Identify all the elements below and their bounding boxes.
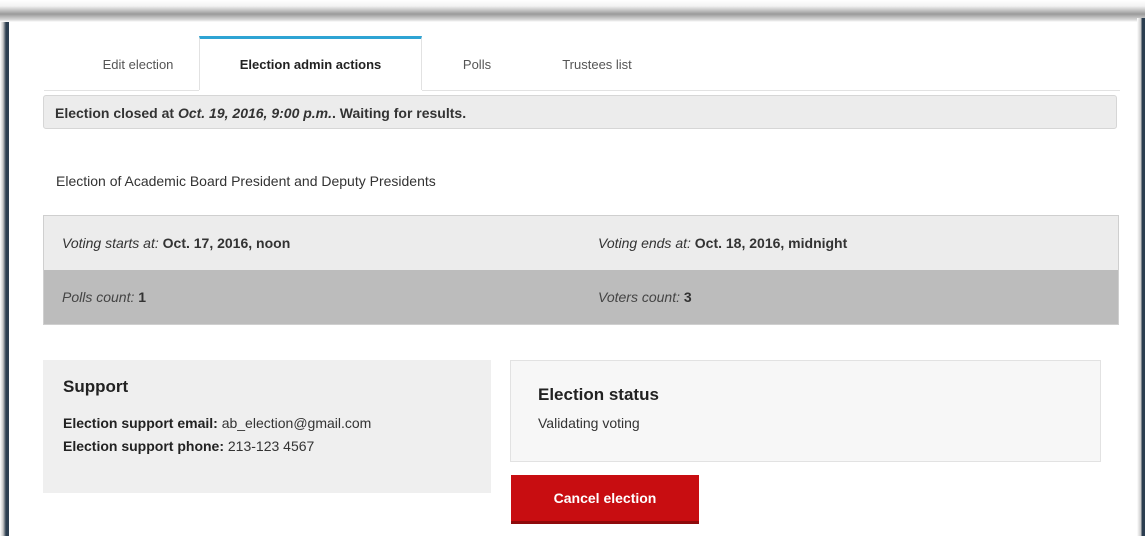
support-email-value: ab_election@gmail.com <box>221 415 372 431</box>
window-top-shadow <box>0 0 1145 22</box>
voting-starts-label: Voting starts at: <box>62 235 159 251</box>
tab-label: Polls <box>462 57 492 72</box>
tab-edit-election[interactable]: Edit election <box>70 36 206 90</box>
tab-trustees-list[interactable]: Trustees list <box>524 36 670 90</box>
election-status-value: Validating voting <box>538 415 640 431</box>
election-info-table: Voting starts at: Oct. 17, 2016, noon Vo… <box>43 215 1119 325</box>
voting-ends-value: Oct. 18, 2016, midnight <box>694 235 848 251</box>
support-phone-line: Election support phone: 213-123 4567 <box>63 438 471 454</box>
info-row-voting-dates: Voting starts at: Oct. 17, 2016, noon Vo… <box>44 216 1118 270</box>
election-title: Election of Academic Board President and… <box>56 173 436 189</box>
support-email-line: Election support email: ab_election@gmai… <box>63 415 471 431</box>
voting-starts-value: Oct. 17, 2016, noon <box>162 235 291 251</box>
support-heading: Support <box>63 377 129 396</box>
alert-suffix: . Waiting for results. <box>332 105 467 121</box>
tab-election-admin-actions[interactable]: Election admin actions <box>199 36 422 92</box>
tab-label: Election admin actions <box>239 57 382 72</box>
alert-prefix: Election closed at <box>55 105 178 121</box>
alert-date: Oct. 19, 2016, 9:00 p.m. <box>177 105 333 121</box>
support-email-label: Election support email: <box>63 415 218 431</box>
tab-label: Edit election <box>102 57 174 72</box>
election-admin-panel: Edit election Election admin actions Pol… <box>20 22 1133 536</box>
tab-bar: Edit election Election admin actions Pol… <box>44 36 1120 92</box>
polls-count-value: 1 <box>138 289 147 305</box>
support-phone-value: 213-123 4567 <box>227 438 315 454</box>
voting-starts-cell: Voting starts at: Oct. 17, 2016, noon <box>62 216 290 270</box>
election-status-panel: Election status Validating voting <box>510 360 1101 462</box>
cancel-election-button[interactable]: Cancel election <box>511 475 699 524</box>
election-status-heading: Election status <box>538 385 659 404</box>
election-closed-alert: Election closed at Oct. 19, 2016, 9:00 p… <box>43 95 1117 129</box>
window-left-border <box>0 22 9 536</box>
voters-count-label: Voters count: <box>598 289 680 305</box>
support-panel: Support Election support email: ab_elect… <box>43 360 491 493</box>
support-phone-label: Election support phone: <box>63 438 224 454</box>
window-right-border <box>1137 18 1145 536</box>
voters-count-cell: Voters count: 3 <box>598 270 692 324</box>
voting-ends-label: Voting ends at: <box>598 235 691 251</box>
tab-polls[interactable]: Polls <box>421 36 533 90</box>
voters-count-value: 3 <box>683 289 692 305</box>
polls-count-label: Polls count: <box>62 289 135 305</box>
voting-ends-cell: Voting ends at: Oct. 18, 2016, midnight <box>598 216 847 270</box>
polls-count-cell: Polls count: 1 <box>62 270 146 324</box>
info-row-counts: Polls count: 1 Voters count: 3 <box>44 270 1118 324</box>
tab-label: Trustees list <box>562 57 632 72</box>
